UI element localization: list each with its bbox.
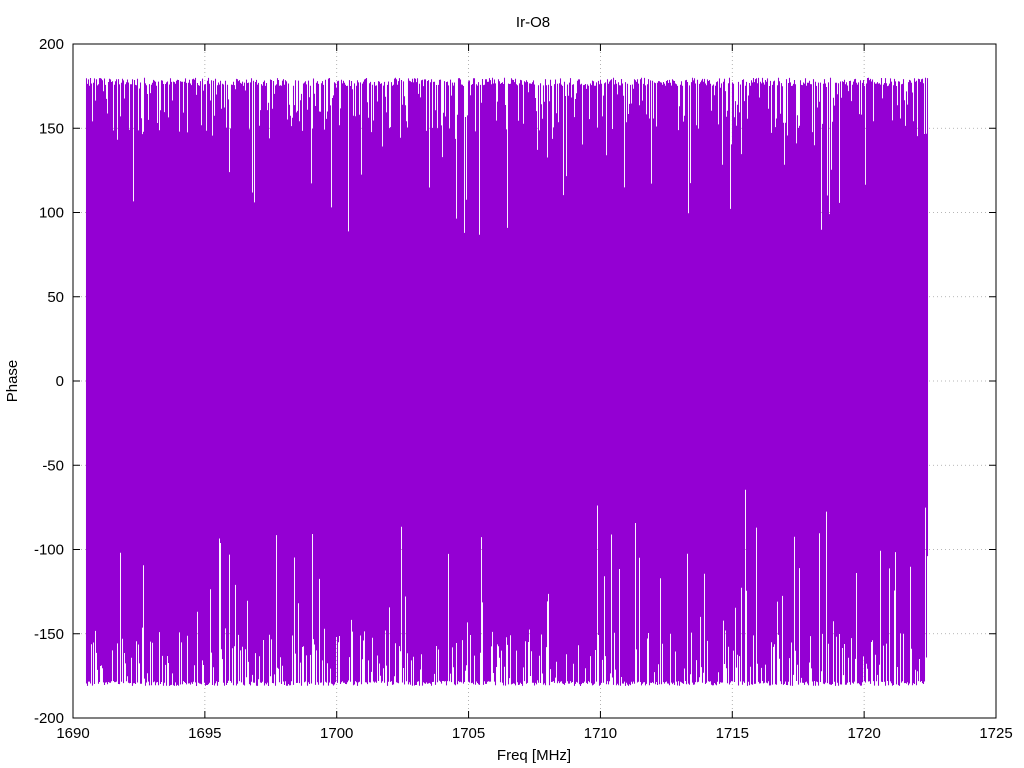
y-tick-label: -100 <box>34 542 64 559</box>
x-tick-label: 1695 <box>188 725 221 742</box>
x-tick-label: 1720 <box>847 725 880 742</box>
x-tick-label: 1700 <box>320 725 353 742</box>
y-tick-label: 150 <box>39 120 64 137</box>
x-tick-label: 1725 <box>979 725 1012 742</box>
x-tick-label: 1705 <box>452 725 485 742</box>
x-tick-label: 1715 <box>716 725 749 742</box>
y-axis-label: Phase <box>4 360 21 403</box>
y-tick-label: 200 <box>39 36 64 53</box>
phase-trace <box>85 77 929 686</box>
chart-title: Ir-O8 <box>516 14 550 31</box>
x-tick-label: 1710 <box>584 725 617 742</box>
y-tick-label: 0 <box>56 373 64 390</box>
phase-chart: 1690 1695 1700 1705 1710 1715 1720 1725 -200 -15… <box>4 14 1013 764</box>
y-tick-label: 50 <box>47 289 64 306</box>
y-tick-label: -50 <box>42 457 64 474</box>
x-tick-label: 1690 <box>56 725 89 742</box>
y-tick-label: -150 <box>34 626 64 643</box>
series-phase <box>85 77 929 686</box>
x-tick-labels: 1690 1695 1700 1705 1710 1715 1720 1725 <box>56 725 1012 742</box>
y-tick-label: -200 <box>34 710 64 727</box>
y-tick-labels: -200 -150 -100 -50 0 50 100 150 200 <box>34 36 64 727</box>
y-tick-label: 100 <box>39 205 64 222</box>
x-axis-label: Freq [MHz] <box>497 747 571 764</box>
